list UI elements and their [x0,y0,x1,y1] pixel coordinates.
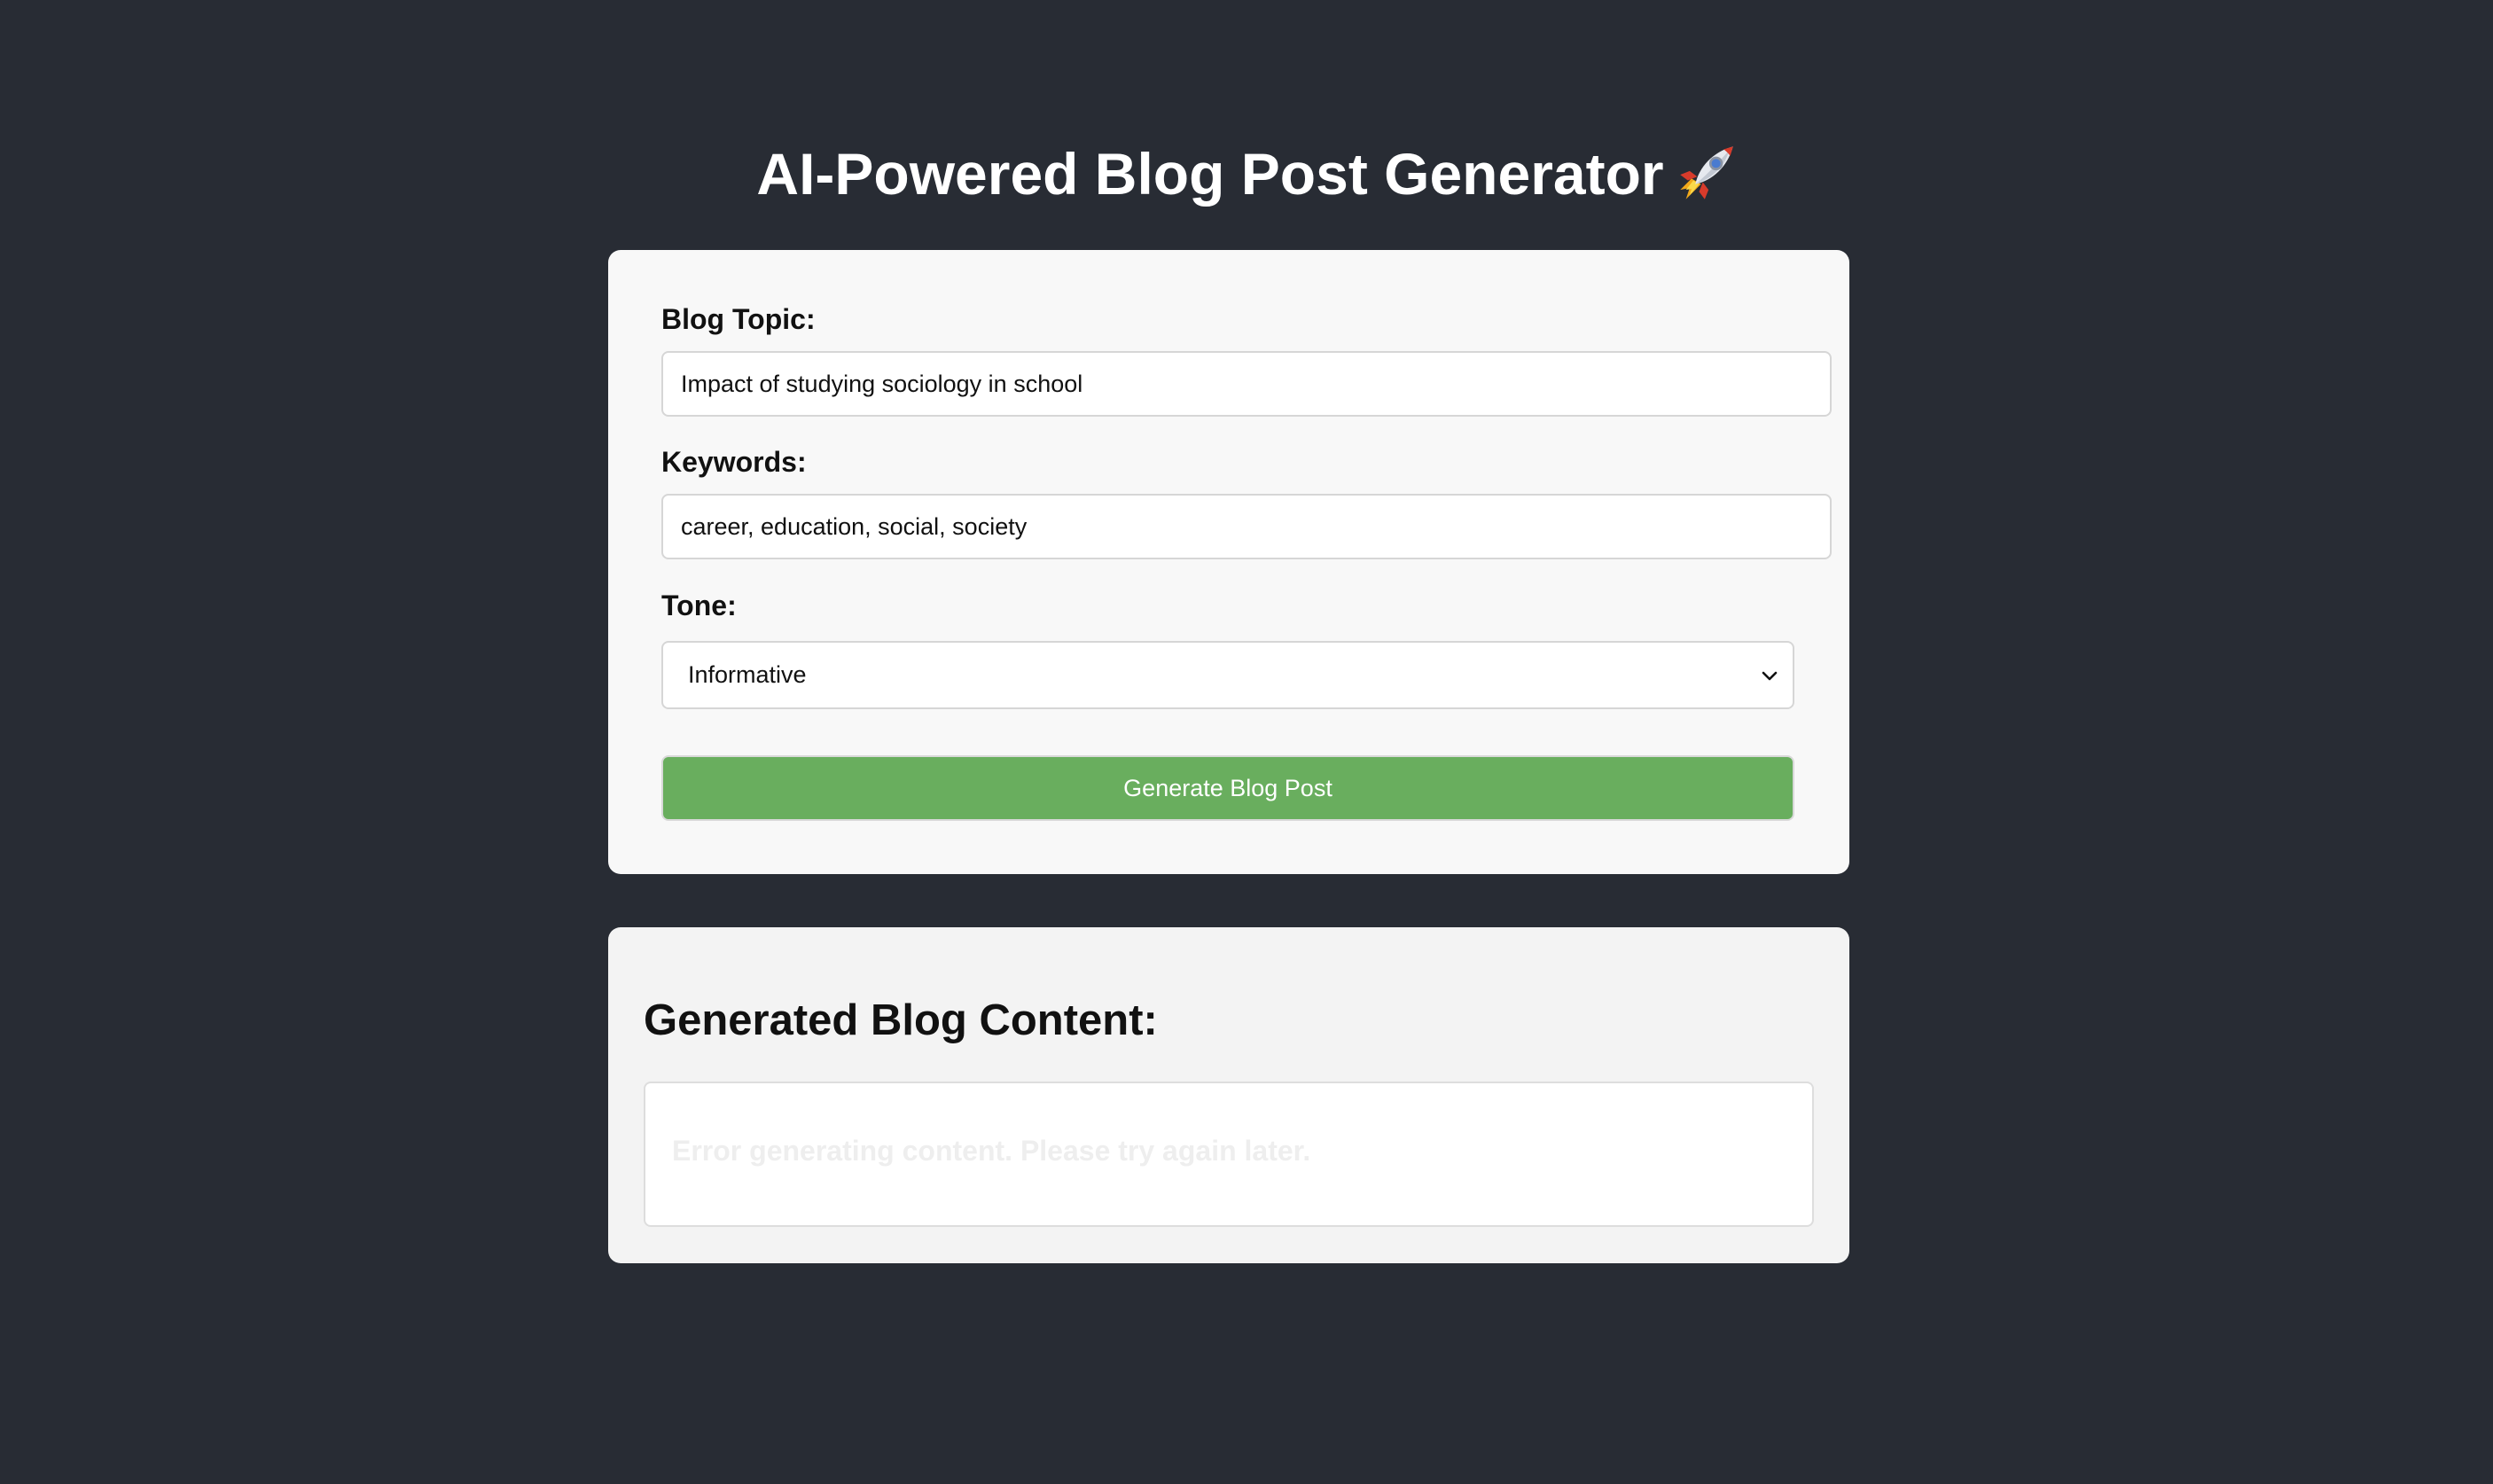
generate-blog-post-button[interactable]: Generate Blog Post [661,755,1794,821]
keywords-label: Keywords: [661,446,807,478]
rocket-icon [1676,143,1737,219]
tone-label: Tone: [661,590,737,621]
generated-content-card: Generated Blog Content: Error generating… [608,927,1849,1263]
keywords-input[interactable] [661,494,1832,559]
page-title-text: AI-Powered Blog Post Generator [756,141,1664,207]
page-title: AI-Powered Blog Post Generator [0,137,2493,219]
error-message: Error generating content. Please try aga… [672,1135,1311,1167]
chevron-down-icon [1759,665,1780,686]
blog-form-card: Blog Topic: Keywords: Tone: Informative … [608,250,1849,874]
tone-select-value: Informative [688,661,807,688]
blog-topic-input[interactable] [661,351,1832,417]
generated-content-heading: Generated Blog Content: [644,996,1158,1044]
blog-topic-label: Blog Topic: [661,303,816,335]
generated-content-box: Error generating content. Please try aga… [644,1082,1814,1227]
tone-select[interactable]: Informative [661,641,1794,709]
